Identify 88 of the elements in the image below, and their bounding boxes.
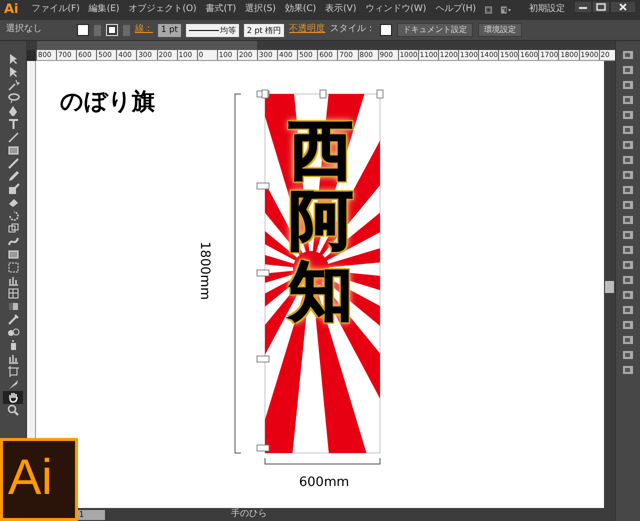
blob-icon (6, 183, 20, 196)
panel-icon[interactable] (622, 365, 634, 375)
selection-status: 選択なし (6, 23, 42, 36)
menu-item[interactable]: 効果(C) (284, 3, 316, 17)
scrollbar-thumb[interactable] (605, 281, 614, 293)
style-label: スタイル： (330, 23, 376, 36)
eyelet-mark (256, 270, 270, 276)
panel-icon[interactable] (622, 260, 634, 270)
bridge-icon[interactable] (485, 5, 492, 15)
artboard-icon (6, 365, 20, 378)
zoom-field[interactable]: 1 (77, 510, 105, 520)
panel-icon[interactable] (622, 95, 634, 105)
panel-icon[interactable] (622, 125, 634, 135)
app-badge: Ai (0, 438, 78, 521)
status-tool[interactable]: 手のひら (231, 508, 267, 521)
dimension-label: 600mm (299, 474, 350, 492)
fill-swatch[interactable] (77, 24, 89, 36)
scale-icon (6, 222, 20, 235)
maximize-icon[interactable] (592, 1, 610, 13)
eyelet-mark (320, 90, 326, 98)
eyelet-mark (256, 182, 270, 190)
minimize-icon[interactable] (574, 1, 592, 13)
panel-icon[interactable] (622, 290, 634, 300)
stroke-profile-field[interactable]: 均等 (186, 24, 239, 36)
rect-icon (6, 248, 20, 261)
eyelet-mark (376, 90, 384, 98)
panel-icon[interactable] (622, 215, 634, 225)
menu-item[interactable]: 書式(T) (206, 3, 236, 17)
panel-icon[interactable] (622, 155, 634, 165)
toolbar-button[interactable]: 環境設定 (478, 23, 522, 37)
menu-item[interactable]: 表示(V) (325, 3, 356, 17)
panel-icon[interactable] (622, 245, 634, 255)
style-swatch[interactable] (380, 24, 392, 36)
stroke-label[interactable]: 線： (135, 23, 153, 37)
app-logo: Ai (4, 1, 19, 20)
panel-icon[interactable] (622, 140, 634, 150)
stroke-swatch[interactable] (106, 24, 118, 36)
panel-icon[interactable] (622, 275, 634, 285)
type-icon (6, 118, 20, 131)
panel-icon[interactable] (622, 170, 634, 180)
eraser-icon (6, 196, 20, 209)
tool-button[interactable] (3, 391, 23, 404)
panel-icon[interactable] (622, 185, 634, 195)
panel-icon[interactable] (622, 200, 634, 210)
panel-icon[interactable] (622, 230, 634, 240)
pencil-icon (6, 170, 20, 183)
eyelet-mark (256, 444, 270, 452)
stroke-weight-field[interactable]: 1 pt (158, 24, 181, 36)
pen-icon (6, 105, 20, 118)
lasso-icon (6, 92, 20, 105)
menu-item[interactable]: ウィンドウ(W) (365, 3, 426, 17)
graph-icon (6, 352, 20, 365)
brush-icon (6, 157, 20, 170)
close-icon[interactable] (610, 1, 636, 13)
panel-icon[interactable] (622, 65, 634, 75)
mesh-icon (6, 287, 20, 300)
warp-icon (6, 235, 20, 248)
gradient-icon (6, 300, 20, 313)
line-icon (6, 131, 20, 144)
dimension-label: 1800mm (196, 242, 213, 300)
eyelet-mark (256, 356, 270, 362)
shape-icon (6, 261, 20, 274)
menu-item[interactable]: ヘルプ(H) (435, 3, 476, 17)
zoom-icon (6, 404, 20, 417)
toolbar-button[interactable]: ドキュメント設定 (397, 23, 474, 37)
wand-icon (6, 79, 20, 92)
opacity-label[interactable]: 不透明度 (289, 23, 326, 37)
panel-icon[interactable] (622, 335, 634, 345)
panel-icon[interactable] (622, 110, 634, 120)
panel-icon[interactable] (622, 350, 634, 360)
eyedropper-icon (6, 313, 20, 326)
panel-icon[interactable] (622, 50, 634, 60)
panel-icon[interactable] (622, 80, 634, 90)
menu-item[interactable]: オブジェクト(O) (128, 3, 197, 17)
arrange-icon[interactable] (501, 5, 511, 15)
graph-icon (6, 274, 20, 287)
workspace-menu[interactable]: 初期設定 (529, 3, 565, 17)
brush-field[interactable]: 2 pt 楕円 (244, 24, 284, 36)
menu-item[interactable]: 編集(E) (88, 3, 120, 17)
hand-icon (6, 391, 20, 404)
rotate-icon (6, 209, 20, 222)
menu-item[interactable]: 選択(S) (245, 3, 276, 17)
rect-icon (6, 144, 20, 157)
menu-item[interactable]: ファイル(F) (32, 3, 80, 17)
artboard-title: のぼり旗 (60, 87, 155, 117)
panel-icon[interactable] (622, 305, 634, 315)
panel-icon[interactable] (622, 320, 634, 330)
blend-icon (6, 326, 20, 339)
